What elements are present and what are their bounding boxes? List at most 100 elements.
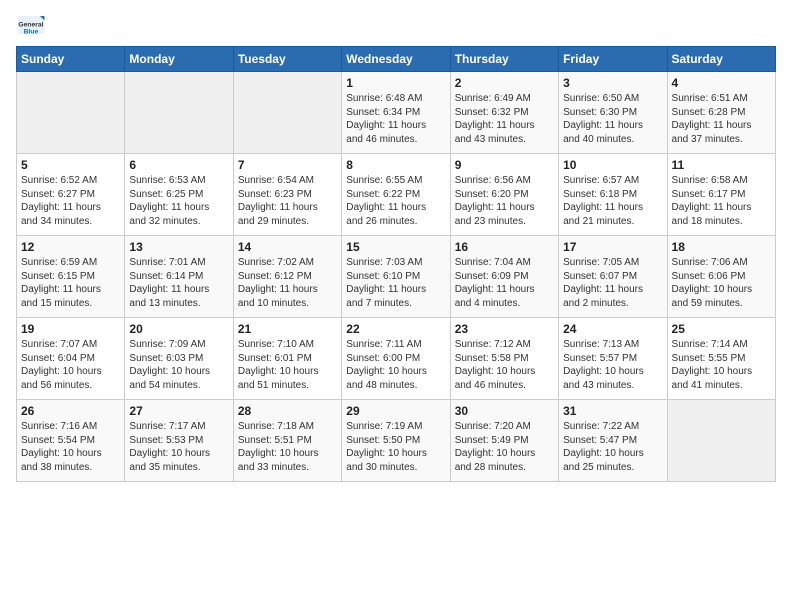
day-number: 9 (455, 158, 554, 172)
header-row: SundayMondayTuesdayWednesdayThursdayFrid… (17, 47, 776, 72)
cell-info-line: Sunrise: 7:20 AM (455, 420, 554, 434)
svg-text:General: General (18, 22, 43, 29)
cell-info-line: Daylight: 10 hours (21, 365, 120, 379)
cell-info-line: Sunrise: 6:54 AM (238, 174, 337, 188)
cell-info-line: Daylight: 10 hours (455, 447, 554, 461)
cell-info-line: Sunset: 6:20 PM (455, 188, 554, 202)
day-cell: 21 Sunrise: 7:10 AMSunset: 6:01 PMDayligh… (233, 318, 341, 400)
cell-info-line: and 43 minutes. (563, 379, 662, 393)
cell-info-line: and 10 minutes. (238, 297, 337, 311)
day-number: 20 (129, 322, 228, 336)
day-number: 5 (21, 158, 120, 172)
cell-info-line: and 54 minutes. (129, 379, 228, 393)
cell-info-line: Sunrise: 7:13 AM (563, 338, 662, 352)
cell-info-line: Sunset: 6:32 PM (455, 106, 554, 120)
cell-info-line: Sunrise: 6:57 AM (563, 174, 662, 188)
day-cell: 27Sunrise: 7:17 AMSunset: 5:53 PMDayligh… (125, 400, 233, 482)
cell-info-line: and 30 minutes. (346, 461, 445, 475)
cell-info-line: and 32 minutes. (129, 215, 228, 229)
cell-info-line: Sunset: 6:01 PM (238, 352, 337, 366)
cell-info-line: Sunset: 5:55 PM (672, 352, 771, 366)
day-cell: 17Sunrise: 7:05 AMSunset: 6:07 PMDayligh… (559, 236, 667, 318)
col-header-tuesday: Tuesday (233, 47, 341, 72)
cell-info-line: Sunset: 5:49 PM (455, 434, 554, 448)
col-header-thursday: Thursday (450, 47, 558, 72)
day-cell: 14Sunrise: 7:02 AMSunset: 6:12 PMDayligh… (233, 236, 341, 318)
cell-info-line: Sunset: 6:30 PM (563, 106, 662, 120)
day-cell: 22Sunrise: 7:11 AMSunset: 6:00 PMDayligh… (342, 318, 450, 400)
cell-info-line: Sunset: 6:18 PM (563, 188, 662, 202)
cell-info-line: and 28 minutes. (455, 461, 554, 475)
day-cell: 7Sunrise: 6:54 AMSunset: 6:23 PMDaylight… (233, 154, 341, 236)
cell-info-line: Sunset: 6:06 PM (672, 270, 771, 284)
cell-info-line: Sunrise: 7:22 AM (563, 420, 662, 434)
cell-info-line: Daylight: 10 hours (238, 447, 337, 461)
week-row-4: 19Sunrise: 7:07 AMSunset: 6:04 PMDayligh… (17, 318, 776, 400)
cell-info-line: Daylight: 11 hours (455, 283, 554, 297)
cell-info-line: Sunset: 5:58 PM (455, 352, 554, 366)
cell-info-line: Sunrise: 7:03 AM (346, 256, 445, 270)
cell-info-line: Daylight: 11 hours (455, 119, 554, 133)
cell-info-line: Sunrise: 7:16 AM (21, 420, 120, 434)
cell-info-line: Daylight: 11 hours (21, 283, 120, 297)
cell-info-line: Sunrise: 7:18 AM (238, 420, 337, 434)
day-cell: 5Sunrise: 6:52 AMSunset: 6:27 PMDaylight… (17, 154, 125, 236)
page-header: General Blue (16, 10, 776, 40)
cell-info-line: Sunrise: 7:10 AM (238, 338, 337, 352)
cell-info-line: and 51 minutes. (238, 379, 337, 393)
cell-info-line: and 34 minutes. (21, 215, 120, 229)
cell-info-line: Sunrise: 6:52 AM (21, 174, 120, 188)
cell-info-line: Daylight: 11 hours (672, 201, 771, 215)
cell-info-line: and 25 minutes. (563, 461, 662, 475)
cell-info-line: Sunrise: 7:12 AM (455, 338, 554, 352)
day-number: 21 (238, 322, 337, 336)
cell-info-line: Sunset: 6:03 PM (129, 352, 228, 366)
day-number: 10 (563, 158, 662, 172)
day-cell: 24Sunrise: 7:13 AMSunset: 5:57 PMDayligh… (559, 318, 667, 400)
cell-info-line: Sunset: 5:51 PM (238, 434, 337, 448)
cell-info-line: Sunrise: 7:01 AM (129, 256, 228, 270)
cell-info-line: Sunset: 5:47 PM (563, 434, 662, 448)
day-cell: 1Sunrise: 6:48 AMSunset: 6:34 PMDaylight… (342, 72, 450, 154)
cell-info-line: and 29 minutes. (238, 215, 337, 229)
cell-info-line: Daylight: 11 hours (672, 119, 771, 133)
cell-info-line: Sunrise: 6:56 AM (455, 174, 554, 188)
cell-info-line: and 48 minutes. (346, 379, 445, 393)
cell-info-line: Sunrise: 7:04 AM (455, 256, 554, 270)
cell-info-line: Daylight: 10 hours (346, 365, 445, 379)
day-cell: 30Sunrise: 7:20 AMSunset: 5:49 PMDayligh… (450, 400, 558, 482)
cell-info-line: Daylight: 10 hours (238, 365, 337, 379)
cell-info-line: Sunset: 6:22 PM (346, 188, 445, 202)
day-cell: 26Sunrise: 7:16 AMSunset: 5:54 PMDayligh… (17, 400, 125, 482)
cell-info-line: Sunset: 6:17 PM (672, 188, 771, 202)
day-number: 24 (563, 322, 662, 336)
col-header-wednesday: Wednesday (342, 47, 450, 72)
day-number: 27 (129, 404, 228, 418)
cell-info-line: Daylight: 10 hours (129, 365, 228, 379)
cell-info-line: Daylight: 11 hours (238, 283, 337, 297)
day-number: 1 (346, 76, 445, 90)
cell-info-line: Sunset: 6:12 PM (238, 270, 337, 284)
col-header-monday: Monday (125, 47, 233, 72)
cell-info-line: Daylight: 10 hours (346, 447, 445, 461)
cell-info-line: and 38 minutes. (21, 461, 120, 475)
cell-info-line: and 33 minutes. (238, 461, 337, 475)
cell-info-line: Daylight: 11 hours (563, 201, 662, 215)
cell-info-line: and 2 minutes. (563, 297, 662, 311)
day-cell: 19Sunrise: 7:07 AMSunset: 6:04 PMDayligh… (17, 318, 125, 400)
cell-info-line: Sunset: 6:25 PM (129, 188, 228, 202)
day-cell: 6Sunrise: 6:53 AMSunset: 6:25 PMDaylight… (125, 154, 233, 236)
cell-info-line: and 13 minutes. (129, 297, 228, 311)
cell-info-line: Sunrise: 7:17 AM (129, 420, 228, 434)
cell-info-line: Daylight: 11 hours (238, 201, 337, 215)
cell-info-line: Sunrise: 6:53 AM (129, 174, 228, 188)
cell-info-line: Sunrise: 6:49 AM (455, 92, 554, 106)
cell-info-line: Sunrise: 7:06 AM (672, 256, 771, 270)
cell-info-line: and 41 minutes. (672, 379, 771, 393)
cell-info-line: and 35 minutes. (129, 461, 228, 475)
cell-info-line: and 15 minutes. (21, 297, 120, 311)
cell-info-line: and 23 minutes. (455, 215, 554, 229)
cell-info-line: Sunrise: 6:51 AM (672, 92, 771, 106)
cell-info-line: Sunrise: 7:09 AM (129, 338, 228, 352)
cell-info-line: Daylight: 10 hours (21, 447, 120, 461)
